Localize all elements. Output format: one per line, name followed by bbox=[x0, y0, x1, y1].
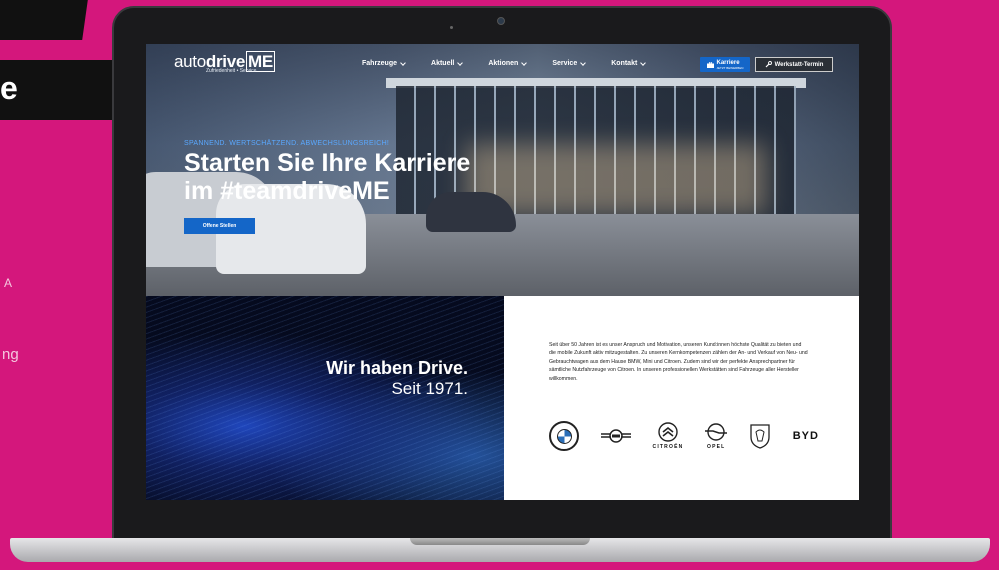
hero-title: Starten Sie Ihre Karriere im #teamdriveM… bbox=[184, 149, 524, 205]
chevron-down-icon bbox=[400, 59, 406, 66]
main-menu: Fahrzeuge Aktuell Aktionen Service Konta… bbox=[362, 59, 647, 67]
menu-label: Service bbox=[552, 60, 578, 67]
karriere-label: Karriere bbox=[716, 59, 740, 66]
side-text-fragment: ng bbox=[2, 346, 19, 363]
logo-tagline: Zufriedenheit • Service bbox=[206, 68, 257, 74]
top-navigation: autodrive ME Zufriedenheit • Service Fahr… bbox=[146, 44, 859, 84]
hero-kicker: SPANNEND. WERTSCHÄTZEND. ABWECHSLUNGSREI… bbox=[184, 140, 390, 147]
website-screen: autodrive ME Zufriedenheit • Service Fahr… bbox=[146, 44, 859, 500]
hero-title-line: im #teamdriveME bbox=[184, 177, 390, 205]
brand-logos: CITROËN OPEL BYD bbox=[549, 418, 819, 454]
drive-section: Wir haben Drive. Seit 1971. bbox=[146, 296, 504, 500]
mini-logo-icon bbox=[600, 429, 631, 443]
wrench-icon bbox=[765, 61, 772, 68]
camera-icon bbox=[497, 17, 505, 25]
sensor-dot bbox=[450, 26, 453, 29]
brand-byd[interactable]: BYD bbox=[793, 430, 819, 442]
menu-label: Fahrzeuge bbox=[362, 60, 398, 67]
offene-stellen-button[interactable]: Offene Stellen bbox=[184, 218, 255, 234]
about-text: Seit über 50 Jahren ist es unser Anspruc… bbox=[549, 342, 808, 382]
menu-label: Kontakt bbox=[611, 60, 638, 67]
brand-opel[interactable]: OPEL bbox=[705, 422, 728, 450]
byd-logo-text: BYD bbox=[792, 430, 819, 442]
menu-item-aktionen[interactable]: Aktionen bbox=[488, 59, 528, 67]
menu-item-fahrzeuge[interactable]: Fahrzeuge bbox=[362, 59, 406, 67]
chevron-down-icon bbox=[521, 59, 528, 66]
side-text-fragment: A bbox=[4, 276, 13, 290]
werkstatt-label: Werkstatt-Termin bbox=[774, 61, 824, 68]
peugeot-logo-icon bbox=[750, 424, 770, 449]
side-text-fragment: e bbox=[0, 70, 18, 106]
brand-bmw[interactable] bbox=[549, 421, 579, 451]
brand-mini[interactable] bbox=[600, 428, 631, 444]
menu-item-aktuell[interactable]: Aktuell bbox=[431, 59, 464, 67]
drive-title: Wir haben Drive. bbox=[326, 358, 468, 378]
laptop-notch bbox=[410, 538, 590, 545]
menu-item-service[interactable]: Service bbox=[552, 59, 587, 67]
briefcase-icon bbox=[706, 61, 714, 68]
citroen-logo-icon bbox=[658, 422, 678, 442]
hero-section: autodrive ME Zufriedenheit • Service Fahr… bbox=[146, 44, 859, 296]
hero-title-line: Starten Sie Ihre Karriere bbox=[184, 149, 471, 177]
bmw-logo-icon bbox=[549, 421, 579, 451]
menu-item-kontakt[interactable]: Kontakt bbox=[611, 59, 647, 67]
karriere-button[interactable]: Karriere JETZT BEWERBEN bbox=[700, 57, 750, 72]
chevron-down-icon bbox=[580, 59, 587, 66]
menu-label: Aktuell bbox=[431, 60, 455, 67]
opel-logo-icon bbox=[705, 423, 728, 441]
citroen-label: CITROËN bbox=[652, 444, 684, 450]
karriere-sublabel: JETZT BEWERBEN bbox=[716, 65, 744, 70]
menu-label: Aktionen bbox=[488, 60, 519, 67]
opel-label: OPEL bbox=[706, 444, 726, 450]
werkstatt-termin-button[interactable]: Werkstatt-Termin bbox=[755, 57, 833, 72]
logo-text: auto bbox=[174, 52, 206, 71]
brand-citroen[interactable]: CITROËN bbox=[653, 422, 684, 450]
karriere-text: Karriere JETZT BEWERBEN bbox=[717, 60, 744, 70]
drive-subtitle: Seit 1971. bbox=[391, 379, 468, 398]
chevron-down-icon bbox=[640, 59, 647, 66]
chevron-down-icon bbox=[457, 59, 464, 66]
brush-stroke bbox=[0, 0, 88, 40]
brand-peugeot[interactable] bbox=[749, 423, 771, 449]
about-section: Seit über 50 Jahren ist es unser Anspruc… bbox=[504, 296, 859, 500]
